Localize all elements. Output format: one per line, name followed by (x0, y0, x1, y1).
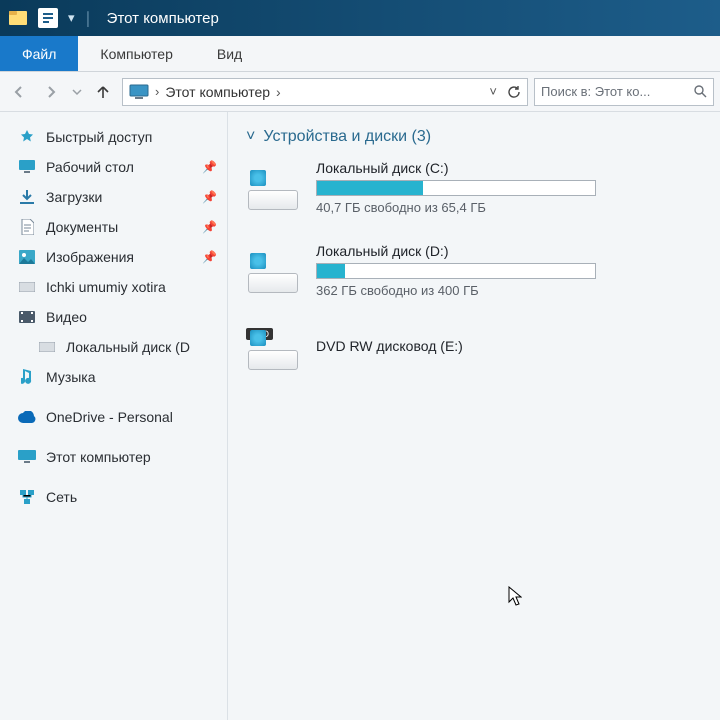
sidebar-item-pictures[interactable]: Изображения 📌 (4, 242, 223, 272)
drive-title: DVD RW дисковод (E:) (316, 338, 702, 354)
sidebar-item-internal-storage[interactable]: Ichki umumiy xotira (4, 272, 223, 302)
content: ˅ Устройства и диски (3) Локальный диск … (228, 112, 720, 720)
search-input[interactable]: Поиск в: Этот ко... (534, 78, 714, 106)
sidebar-item-label: Быстрый доступ (46, 129, 152, 145)
sidebar-item-music[interactable]: Музыка (4, 362, 223, 392)
usage-bar (316, 180, 596, 196)
document-icon (18, 218, 36, 236)
drive-info: DVD RW дисковод (E:) (316, 338, 702, 358)
video-icon (18, 308, 36, 326)
sidebar-item-videos[interactable]: Видео (4, 302, 223, 332)
sidebar-item-label: Документы (46, 219, 118, 235)
hdd-icon (246, 249, 300, 293)
sidebar-item-documents[interactable]: Документы 📌 (4, 212, 223, 242)
tab-label: Файл (22, 46, 56, 62)
breadcrumb[interactable]: Этот компьютер › (165, 84, 280, 100)
drive-d[interactable]: Локальный диск (D:) 362 ГБ свободно из 4… (246, 243, 702, 298)
drive-c[interactable]: Локальный диск (C:) 40,7 ГБ свободно из … (246, 160, 702, 215)
window-title: Этот компьютер (107, 10, 219, 27)
pc-icon (129, 84, 149, 100)
qa-props-icon[interactable] (38, 8, 58, 28)
qa-dropdown-icon[interactable]: ▾ (68, 10, 75, 26)
tab-file[interactable]: Файл (0, 36, 78, 71)
cloud-icon (18, 408, 36, 426)
drive-title: Локальный диск (D:) (316, 243, 702, 259)
sidebar-item-label: Видео (46, 309, 87, 325)
titlebar: ▾ │ Этот компьютер (0, 0, 720, 36)
tab-label: Вид (217, 46, 242, 62)
sidebar-item-downloads[interactable]: Загрузки 📌 (4, 182, 223, 212)
body: Быстрый доступ Рабочий стол 📌 Загрузки 📌… (0, 112, 720, 720)
address-dropdown-icon[interactable]: ˅ (489, 84, 497, 99)
image-icon (18, 248, 36, 266)
drive-e-dvd[interactable]: DVD DVD RW дисковод (E:) (246, 326, 702, 370)
sidebar-item-label: Сеть (46, 489, 77, 505)
sidebar-item-label: Загрузки (46, 189, 102, 205)
network-icon (18, 488, 36, 506)
download-icon (18, 188, 36, 206)
sidebar-item-label: Этот компьютер (46, 449, 151, 465)
music-icon (18, 368, 36, 386)
sidebar-item-label: Рабочий стол (46, 159, 134, 175)
chevron-right-icon: › (276, 84, 281, 100)
sidebar-item-label: OneDrive - Personal (46, 409, 173, 425)
nav-up-button[interactable] (90, 79, 116, 105)
nav-back-button[interactable] (6, 79, 32, 105)
drive-info: Локальный диск (D:) 362 ГБ свободно из 4… (316, 243, 702, 298)
pin-icon: 📌 (202, 220, 217, 234)
titlebar-separator: │ (85, 11, 93, 26)
desktop-icon (18, 158, 36, 176)
drive-subtitle: 362 ГБ свободно из 400 ГБ (316, 283, 702, 298)
drive-icon (18, 278, 36, 296)
pin-icon: 📌 (202, 160, 217, 174)
pc-icon (18, 448, 36, 466)
explorer-icon (8, 10, 28, 26)
drive-info: Локальный диск (C:) 40,7 ГБ свободно из … (316, 160, 702, 215)
sidebar: Быстрый доступ Рабочий стол 📌 Загрузки 📌… (0, 112, 228, 720)
sidebar-item-label: Изображения (46, 249, 134, 265)
drive-title: Локальный диск (C:) (316, 160, 702, 176)
sidebar-item-label: Музыка (46, 369, 96, 385)
star-icon (18, 128, 36, 146)
drive-icon (38, 338, 56, 356)
usage-fill (317, 181, 423, 195)
section-title: Устройства и диски (3) (263, 128, 431, 146)
usage-fill (317, 264, 345, 278)
pin-icon: 📌 (202, 190, 217, 204)
ribbon: Файл Компьютер Вид (0, 36, 720, 72)
sidebar-item-network[interactable]: Сеть (4, 482, 223, 512)
search-icon (694, 85, 707, 98)
tab-computer[interactable]: Компьютер (78, 36, 194, 71)
cursor-icon (508, 586, 522, 606)
sidebar-item-label: Ichki umumiy xotira (46, 279, 166, 295)
nav-forward-button[interactable] (38, 79, 64, 105)
refresh-icon[interactable] (507, 85, 521, 99)
tab-view[interactable]: Вид (195, 36, 264, 71)
dvd-icon: DVD (246, 326, 300, 370)
sidebar-item-quick-access[interactable]: Быстрый доступ (4, 122, 223, 152)
sidebar-item-local-disk-d[interactable]: Локальный диск (D (4, 332, 223, 362)
navbar: › Этот компьютер › ˅ Поиск в: Этот ко... (0, 72, 720, 112)
section-header[interactable]: ˅ Устройства и диски (3) (246, 128, 702, 146)
pin-icon: 📌 (202, 250, 217, 264)
tab-label: Компьютер (100, 46, 172, 62)
address-bar[interactable]: › Этот компьютер › ˅ (122, 78, 528, 106)
chevron-right-icon: › (155, 84, 159, 99)
sidebar-item-label: Локальный диск (D (66, 339, 190, 355)
breadcrumb-label: Этот компьютер (165, 84, 270, 100)
search-placeholder: Поиск в: Этот ко... (541, 84, 650, 99)
nav-recent-dropdown[interactable] (70, 79, 84, 105)
sidebar-item-desktop[interactable]: Рабочий стол 📌 (4, 152, 223, 182)
usage-bar (316, 263, 596, 279)
chevron-down-icon: ˅ (246, 128, 255, 146)
hdd-icon (246, 166, 300, 210)
sidebar-item-this-pc[interactable]: Этот компьютер (4, 442, 223, 472)
sidebar-item-onedrive[interactable]: OneDrive - Personal (4, 402, 223, 432)
drive-subtitle: 40,7 ГБ свободно из 65,4 ГБ (316, 200, 702, 215)
